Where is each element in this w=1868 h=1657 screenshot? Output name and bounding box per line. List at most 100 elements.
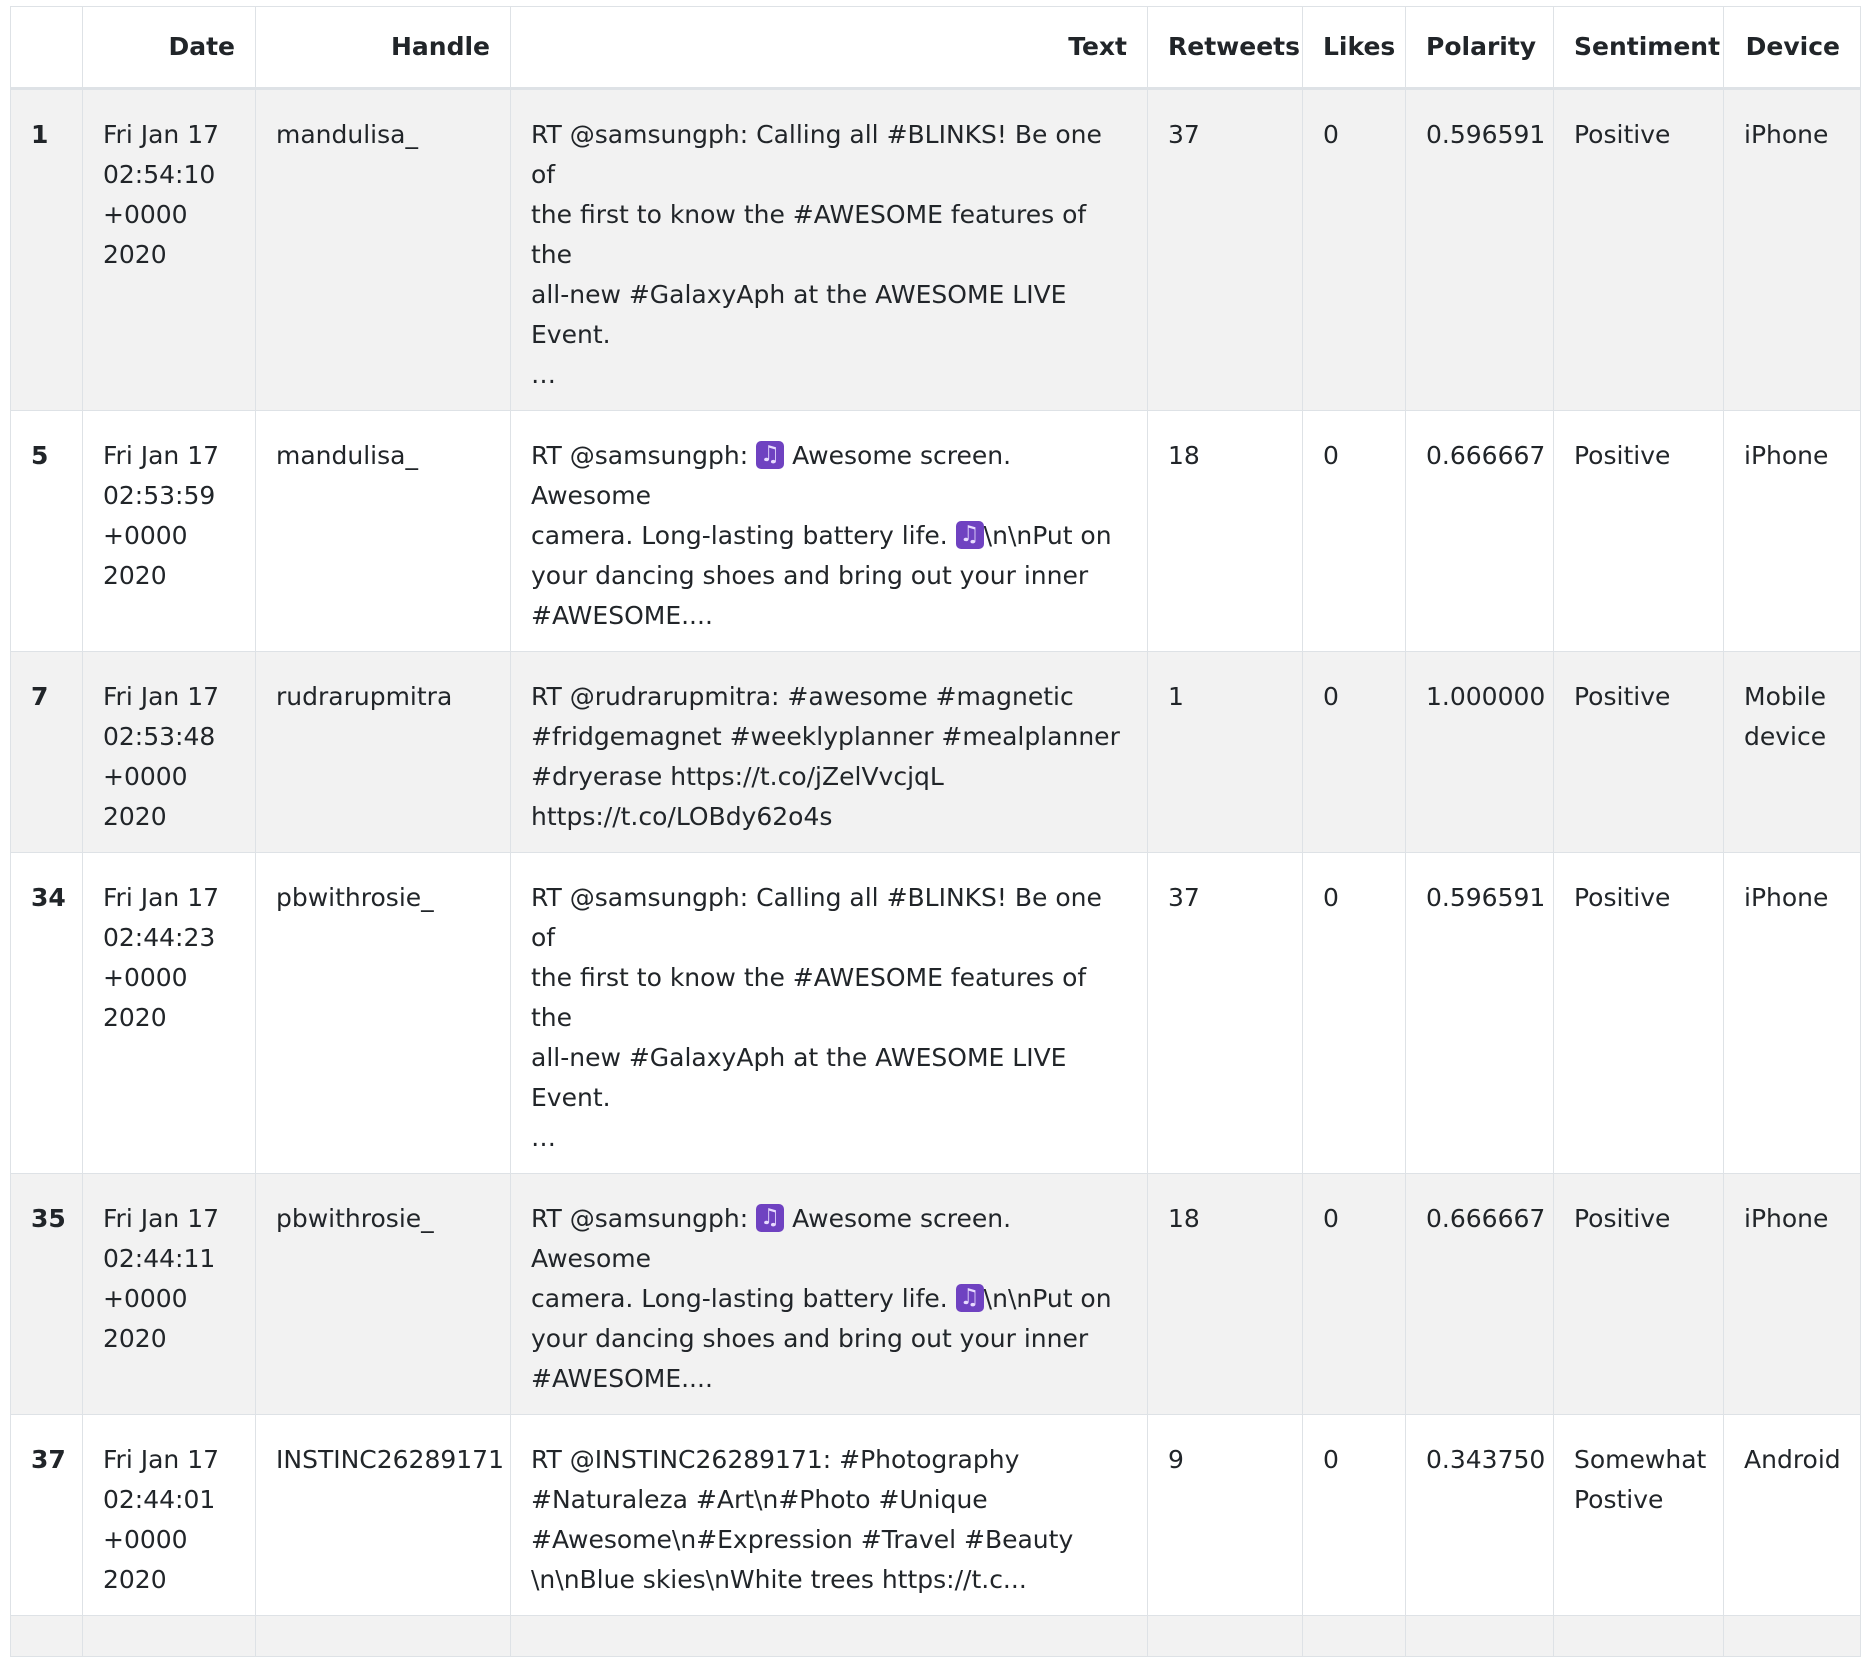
tweet-text-line: RT @rudrarupmitra: #awesome #magnetic: [531, 682, 1074, 711]
tweet-text-segment: camera. Long-lasting battery life.: [531, 521, 956, 550]
tweet-text-line: the first to know the #AWESOME features …: [531, 200, 1087, 269]
header-row: Date Handle Text Retweets Likes Polarity…: [10, 6, 1861, 90]
device-line: Android: [1744, 1445, 1841, 1474]
tweet-text-cell: RT @samsungph: Calling all #BLINKS! Be o…: [510, 88, 1148, 411]
tweet-text-line: camera. Long-lasting battery life. \n\nP…: [531, 515, 1127, 556]
table-row[interactable]: 34 Fri Jan 17 02:44:23 +0000 2020 pbwithrosie…: [10, 852, 1861, 1174]
likes-cell: 0: [1302, 651, 1406, 853]
empty-cell: [1723, 1615, 1861, 1657]
tweet-text-line: …: [531, 1123, 556, 1152]
sentiment-cell: Somewhat Postive: [1553, 1414, 1724, 1616]
likes-cell: 0: [1302, 1173, 1406, 1415]
column-header-handle[interactable]: Handle: [255, 6, 511, 90]
empty-cell: [1553, 1615, 1724, 1657]
tweet-table: Date Handle Text Retweets Likes Polarity…: [10, 6, 1861, 1657]
column-header-likes[interactable]: Likes: [1302, 6, 1406, 90]
tweet-text-line: camera. Long-lasting battery life. \n\nP…: [531, 1278, 1127, 1319]
handle-cell: INSTINC26289171: [255, 1414, 511, 1616]
table-row[interactable]: 35 Fri Jan 17 02:44:11 +0000 2020 pbwithrosie…: [10, 1173, 1861, 1415]
date-cell: Fri Jan 17 02:44:23 +0000 2020: [82, 852, 256, 1174]
date-cell: Fri Jan 17 02:44:11 +0000 2020: [82, 1173, 256, 1415]
device-cell: iPhone: [1723, 88, 1861, 411]
tweet-text-segment: \n\nPut on: [983, 521, 1112, 550]
tweet-text-line: RT @samsungph: Awesome screen. Awesome: [531, 1198, 1127, 1279]
table-header: Date Handle Text Retweets Likes Polarity…: [10, 6, 1861, 90]
table-row[interactable]: 37 Fri Jan 17 02:44:01 +0000 2020 INSTINC2628…: [10, 1414, 1861, 1616]
tweet-text-line: #AWESOME....: [531, 1359, 1127, 1399]
date-cell: Fri Jan 17 02:54:10 +0000 2020: [82, 88, 256, 411]
tweet-text-cell: RT @INSTINC26289171: #Photography #Natura…: [510, 1414, 1148, 1616]
tweet-text-line: RT @samsungph: Calling all #BLINKS! Be o…: [531, 883, 1102, 952]
date-line: +0000: [103, 521, 188, 550]
tweet-text-cell: RT @rudrarupmitra: #awesome #magnetic #fr…: [510, 651, 1148, 853]
sentiment-line: Positive: [1574, 682, 1671, 711]
table-row[interactable]: 1 Fri Jan 17 02:54:10 +0000 2020 mandulisa_ RT…: [10, 88, 1861, 411]
sentiment-line: Positive: [1574, 883, 1671, 912]
date-line: +0000: [103, 963, 188, 992]
tweet-text-line: \n\nBlue skies\nWhite trees https://t.c.…: [531, 1565, 1027, 1594]
sentiment-cell: Positive: [1553, 852, 1724, 1174]
polarity-cell: 0.596591: [1405, 88, 1554, 411]
empty-cell: [1302, 1615, 1406, 1657]
tweet-text-line: RT @INSTINC26289171: #Photography: [531, 1445, 1020, 1474]
row-index-cell: 37: [10, 1414, 83, 1616]
row-index-cell: 35: [10, 1173, 83, 1415]
sentiment-line: Positive: [1574, 441, 1671, 470]
sentiment-line: Positive: [1574, 120, 1671, 149]
tweet-text-line: all-new #GalaxyAph at the AWESOME LIVE E…: [531, 1043, 1067, 1112]
empty-cell: [510, 1615, 1148, 1657]
column-header-polarity[interactable]: Polarity: [1405, 6, 1554, 90]
tweet-text-line: RT @samsungph: Awesome screen. Awesome: [531, 435, 1127, 516]
polarity-cell: 1.000000: [1405, 651, 1554, 853]
tweet-text-line: #Awesome\n#Expression #Travel #Beauty: [531, 1525, 1074, 1554]
table-row[interactable]: 5 Fri Jan 17 02:53:59 +0000 2020 mandulisa_ RT…: [10, 410, 1861, 652]
device-line: Mobile: [1744, 682, 1827, 711]
tweet-text-segment: #AWESOME....: [531, 601, 713, 630]
date-line: Fri Jan 17: [103, 441, 220, 470]
music-notes-emoji-icon: [756, 435, 785, 475]
table-body: 1 Fri Jan 17 02:54:10 +0000 2020 mandulisa_ RT…: [10, 88, 1861, 1657]
column-header-index[interactable]: [10, 6, 83, 90]
row-index-cell: 34: [10, 852, 83, 1174]
tweet-text-line: RT @samsungph: Calling all #BLINKS! Be o…: [531, 120, 1102, 189]
date-line: Fri Jan 17: [103, 120, 220, 149]
date-line: 2020: [103, 802, 167, 831]
row-index-cell: 7: [10, 651, 83, 853]
column-header-retweets[interactable]: Retweets: [1147, 6, 1303, 90]
column-header-date[interactable]: Date: [82, 6, 256, 90]
sentiment-cell: Positive: [1553, 410, 1724, 652]
column-header-text[interactable]: Text: [510, 6, 1148, 90]
table-row-partial: [10, 1615, 1861, 1657]
date-line: +0000: [103, 762, 188, 791]
music-notes-emoji-icon: [756, 1198, 785, 1238]
empty-cell: [1147, 1615, 1303, 1657]
device-line: iPhone: [1744, 1204, 1829, 1233]
date-line: Fri Jan 17: [103, 1204, 220, 1233]
sentiment-cell: Positive: [1553, 1173, 1724, 1415]
row-index-cell: 1: [10, 88, 83, 411]
tweet-text-line: your dancing shoes and bring out your in…: [531, 1319, 1127, 1359]
tweet-text-line: #AWESOME....: [531, 596, 1127, 636]
polarity-cell: 0.666667: [1405, 1173, 1554, 1415]
table-row[interactable]: 7 Fri Jan 17 02:53:48 +0000 2020 rudrarupmitr…: [10, 651, 1861, 853]
date-line: Fri Jan 17: [103, 682, 220, 711]
date-line: +0000: [103, 1284, 188, 1313]
column-header-device[interactable]: Device: [1723, 6, 1861, 90]
sentiment-cell: Positive: [1553, 651, 1724, 853]
polarity-cell: 0.666667: [1405, 410, 1554, 652]
date-line: 02:44:11: [103, 1244, 216, 1273]
likes-cell: 0: [1302, 1414, 1406, 1616]
retweets-cell: 1: [1147, 651, 1303, 853]
handle-cell: mandulisa_: [255, 410, 511, 652]
sentiment-line: Positive: [1574, 1204, 1671, 1233]
date-cell: Fri Jan 17 02:53:48 +0000 2020: [82, 651, 256, 853]
likes-cell: 0: [1302, 410, 1406, 652]
tweet-text-line: all-new #GalaxyAph at the AWESOME LIVE E…: [531, 280, 1067, 349]
date-line: Fri Jan 17: [103, 883, 220, 912]
row-index-cell: 5: [10, 410, 83, 652]
retweets-cell: 9: [1147, 1414, 1303, 1616]
column-header-sentiment[interactable]: Sentiment: [1553, 6, 1724, 90]
tweet-text-segment: your dancing shoes and bring out your in…: [531, 561, 1089, 590]
tweet-text-segment: #AWESOME....: [531, 1364, 713, 1393]
device-cell: Mobile device: [1723, 651, 1861, 853]
